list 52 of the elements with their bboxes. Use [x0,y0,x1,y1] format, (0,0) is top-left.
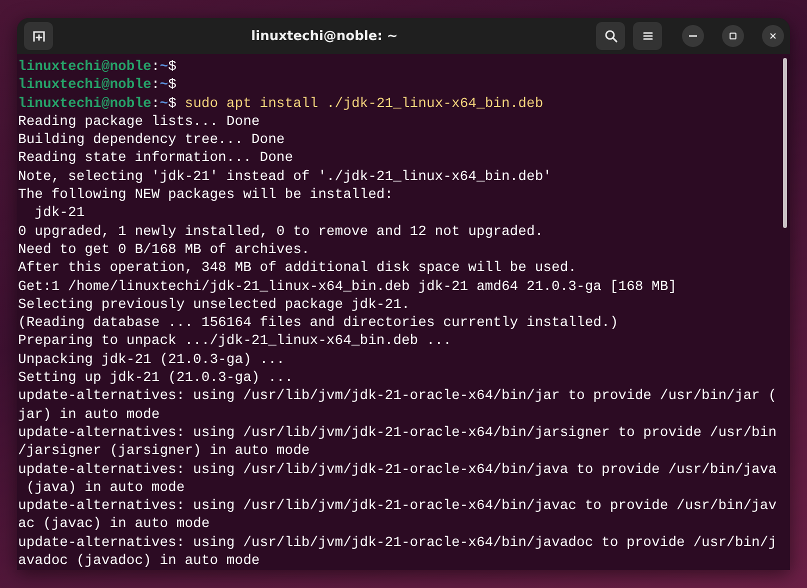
output-line: Unpacking jdk-21 (21.0.3-ga) ... [18,350,286,370]
output-line: /jarsigner (jarsigner) in auto mode [18,442,311,461]
prompt-path: ~ [160,94,168,113]
new-tab-button[interactable] [24,22,53,50]
prompt-separator: : [151,94,160,113]
prompt-symbol: $ [168,58,176,76]
command-text: sudo apt install ./jdk-21_linux-x64_bin.deb [184,94,544,113]
maximize-button[interactable] [722,25,744,47]
prompt-user-host: linuxtechi@noble [18,94,152,113]
output-line: update-alternatives: using /usr/lib/jvm/jdk-21-oracle-x64/bin/javac to provide /usr/bin/jav [18,497,778,516]
output-line: update-alternatives: using /usr/lib/jvm/jdk-21-oracle-x64/bin/jarsigner to provide /usr/bin [18,424,778,442]
output-line: Preparing to unpack .../jdk-21_linux-x64_bin.deb ... [18,332,452,351]
new-tab-icon [32,29,46,43]
output-line: Building dependency tree... Done [18,131,286,150]
prompt-symbol: $ [168,94,176,113]
output-line: (Reading database ... 156164 files and directories currently installed.) [18,314,620,332]
maximize-icon [728,31,738,41]
output-line: The following NEW packages will be installed: [18,186,394,204]
menu-icon [640,29,654,43]
prompt-path: ~ [160,76,168,95]
output-line: Reading state information... Done [18,149,294,168]
prompt-symbol: $ [168,76,176,95]
output-line: update-alternatives: using /usr/lib/jvm/jdk-21-oracle-x64/bin/jar to provide /usr/bin/jar ( [18,387,778,406]
output-line: Setting up jdk-21 (21.0.3-ga) ... [18,369,294,388]
window-title: linuxtechi@noble: ~ [250,28,399,44]
output-line: update-alternatives: using /usr/lib/jvm/jdk-21-oracle-x64/bin/java to provide /usr/bin/java [18,460,778,479]
minimize-icon [689,35,697,37]
prompt-separator: : [151,58,160,76]
output-line: ac (javac) in auto mode [18,515,211,534]
prompt-path: ~ [160,58,168,76]
scrollbar-thumb[interactable] [783,58,787,228]
output-line: jdk-21 [34,204,86,223]
output-line: Need to get 0 B/168 MB of archives. [18,240,311,260]
close-icon [768,31,778,41]
menu-button[interactable] [633,22,662,50]
search-icon [604,29,618,43]
output-line: Get:1 /home/linuxtechi/jdk-21_linux-x64_bin.deb jdk-21 amd64 21.0.3-ga [168 MB] [18,278,678,296]
prompt-user-host: linuxtechi@noble [18,76,152,95]
output-line: 0 upgraded, 1 newly installed, 0 to remove and 12 not upgraded. [18,222,544,241]
output-line: avadoc (javadoc) in auto mode [18,552,261,570]
output-line: Note, selecting 'jdk-21' instead of './jdk-21_linux-x64_bin.deb' [18,168,552,186]
output-line: After this operation, 348 MB of additional disk space will be used. [18,259,578,278]
output-line: (java) in auto mode [25,478,186,498]
output-line: Reading package lists... Done [18,112,261,132]
close-button[interactable] [762,25,784,47]
prompt-user-host: linuxtechi@noble [18,58,152,76]
search-button[interactable] [596,22,625,50]
output-line: jar) in auto mode [18,406,161,424]
output-line: update-alternatives: using /usr/lib/jvm/jdk-21-oracle-x64/bin/javadoc to provide /usr/bin/j [18,534,778,552]
output-line: Selecting previously unselected package jdk-21. [18,296,411,314]
prompt-separator: : [151,76,160,95]
minimize-button[interactable] [682,25,704,47]
